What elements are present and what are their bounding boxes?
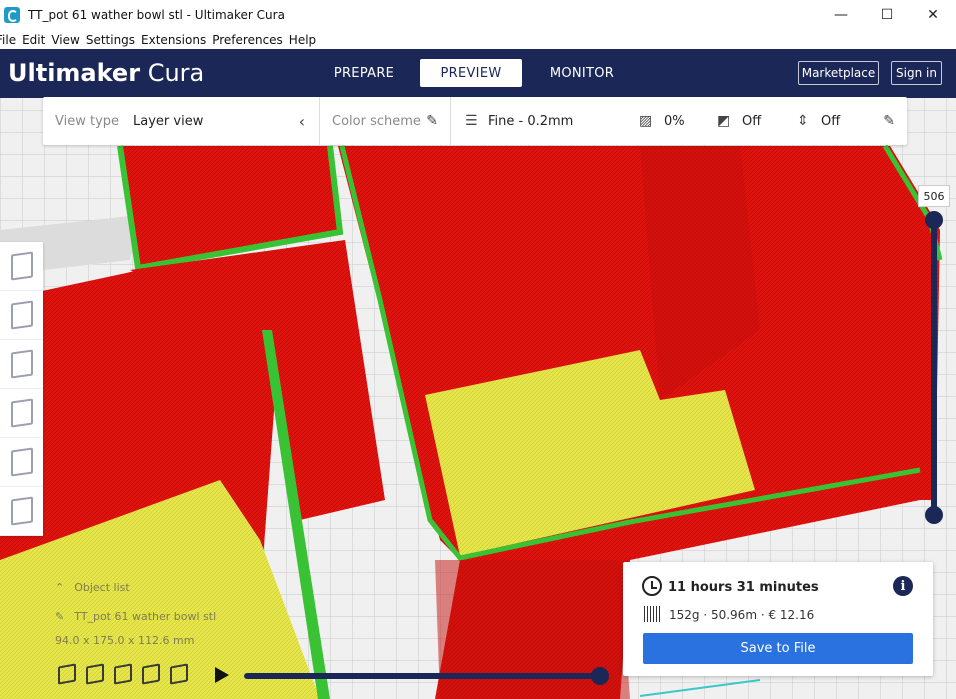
infill-icon: ▨ (639, 113, 653, 129)
support-icon: ◩ (717, 113, 731, 129)
view-type-selector[interactable]: View type Layer view ‹ (43, 97, 320, 145)
adhesion-icon: ⇕ (797, 113, 809, 129)
infill-value: 0% (664, 113, 685, 129)
chevron-left-icon: ‹ (298, 111, 305, 131)
layer-slider-track[interactable] (931, 219, 937, 515)
title-bar: TT_pot 61 wather bowl stl - Ultimaker Cu… (0, 0, 956, 30)
3d-view-icon[interactable] (58, 663, 76, 685)
marketplace-button[interactable]: Marketplace (798, 61, 879, 85)
profile-icon: ☰ (465, 113, 478, 129)
clock-icon (642, 576, 662, 596)
menu-view[interactable]: View (51, 33, 79, 47)
maximize-button[interactable]: ☐ (864, 0, 910, 30)
object-name: TT_pot 61 wather bowl stl (74, 610, 217, 623)
per-model-settings-tool[interactable] (0, 438, 43, 487)
support-blocker-icon (10, 496, 33, 526)
logo-bold-text: Ultimaker (8, 59, 141, 87)
move-icon (10, 251, 33, 281)
tab-preview[interactable]: PREVIEW (420, 59, 522, 87)
sign-in-button[interactable]: Sign in (891, 61, 942, 85)
per-model-icon (10, 447, 33, 477)
view-settings-bar: View type Layer view ‹ Color scheme ✎ ☰ … (43, 97, 907, 145)
move-tool[interactable] (0, 242, 43, 291)
adhesion-value: Off (821, 113, 841, 129)
cura-logo: Ultimaker Cura (8, 59, 204, 87)
scale-icon (10, 300, 33, 330)
pencil-icon: ✎ (55, 610, 65, 623)
chevron-up-icon: ⌃ (55, 581, 65, 594)
play-icon[interactable] (215, 667, 229, 683)
print-time: 11 hours 31 minutes (668, 580, 819, 595)
color-scheme-selector[interactable]: Color scheme ✎ (320, 97, 451, 145)
tab-monitor[interactable]: MONITOR (540, 59, 624, 87)
color-scheme-label: Color scheme (332, 113, 421, 129)
menu-help[interactable]: Help (289, 33, 316, 47)
object-list-panel: ⌃ Object list ✎ TT_pot 61 wather bowl st… (55, 578, 295, 668)
view-type-label: View type (55, 113, 120, 129)
simulation-slider-handle[interactable] (591, 667, 609, 685)
menu-settings[interactable]: Settings (86, 33, 135, 47)
app-header: Ultimaker Cura PREPARE PREVIEW MONITOR M… (0, 49, 956, 98)
front-view-icon[interactable] (86, 663, 104, 685)
menu-preferences[interactable]: Preferences (212, 33, 283, 47)
rotate-icon (10, 349, 33, 379)
menu-extensions[interactable]: Extensions (141, 33, 206, 47)
object-list-header: Object list (74, 581, 130, 594)
pencil-icon: ✎ (426, 113, 438, 129)
rotate-tool[interactable] (0, 340, 43, 389)
layer-number-badge[interactable]: 506 (918, 185, 950, 207)
menu-bar: File Edit View Settings Extensions Prefe… (0, 30, 956, 49)
menu-edit[interactable]: Edit (22, 33, 45, 47)
view-type-value: Layer view (133, 113, 204, 129)
object-dimensions: 94.0 x 175.0 x 112.6 mm (55, 634, 195, 647)
top-view-icon[interactable] (114, 663, 132, 685)
support-blocker-tool[interactable] (0, 487, 43, 536)
print-stats: 152g · 50.96m · € 12.16 (669, 608, 815, 622)
menu-file[interactable]: File (0, 33, 16, 47)
object-list-toggle[interactable]: ⌃ Object list (55, 581, 130, 594)
left-view-icon[interactable] (142, 663, 160, 685)
window-title: TT_pot 61 wather bowl stl - Ultimaker Cu… (28, 8, 285, 22)
object-dimensions-row: 94.0 x 175.0 x 112.6 mm (55, 634, 194, 647)
right-view-icon[interactable] (170, 663, 188, 685)
object-list-item[interactable]: ✎ TT_pot 61 wather bowl stl (55, 610, 216, 623)
scale-tool[interactable] (0, 291, 43, 340)
print-info-panel: 11 hours 31 minutes i 152g · 50.96m · € … (623, 562, 933, 676)
profile-value: Fine - 0.2mm (488, 113, 574, 129)
minimize-button[interactable]: — (818, 0, 864, 30)
print-settings-selector[interactable]: ☰ Fine - 0.2mm ▨ 0% ◩ Off ⇕ Off ✎ (451, 97, 907, 145)
camera-view-buttons (58, 663, 188, 685)
pencil-icon: ✎ (883, 113, 895, 129)
close-button[interactable]: ✕ (910, 0, 956, 30)
support-value: Off (742, 113, 762, 129)
simulation-slider-track[interactable] (244, 673, 600, 679)
app-icon (4, 7, 20, 23)
tool-panel (0, 242, 43, 536)
tab-prepare[interactable]: PREPARE (322, 59, 406, 87)
mirror-icon (10, 398, 33, 428)
barcode-icon (644, 606, 662, 622)
window-controls: — ☐ ✕ (818, 0, 956, 30)
save-to-file-button[interactable]: Save to File (643, 633, 913, 664)
layer-slider-bottom-handle[interactable] (925, 506, 943, 524)
layer-slider-top-handle[interactable] (925, 211, 943, 229)
mirror-tool[interactable] (0, 389, 43, 438)
logo-light-text: Cura (147, 59, 205, 87)
info-icon[interactable]: i (893, 576, 913, 596)
